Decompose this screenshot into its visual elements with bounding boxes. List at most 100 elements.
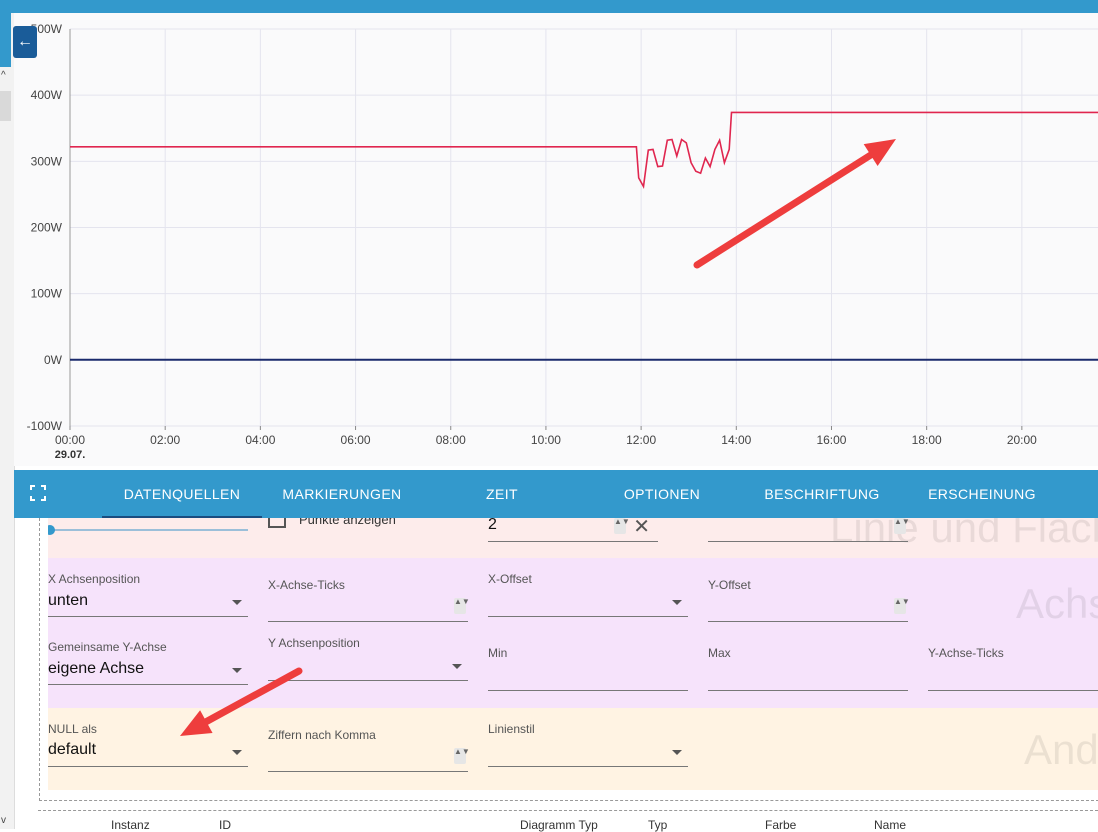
- line-style-label: Linienstil: [488, 722, 535, 736]
- scroll-down-icon[interactable]: v: [1, 815, 6, 826]
- decimal-digits-underline: [268, 771, 468, 772]
- tab-zeit[interactable]: ZEIT: [452, 470, 552, 518]
- tab-datenquellen[interactable]: DATENQUELLEN: [102, 470, 262, 518]
- number-field[interactable]: 2 ▲▼ ✕: [488, 518, 658, 542]
- number-spinner-icon[interactable]: ▲▼: [614, 518, 630, 534]
- max-underline: [708, 690, 908, 691]
- x-offset-label: X-Offset: [488, 572, 532, 586]
- section-title-other: And: [1024, 726, 1098, 773]
- x-tick-label: 12:00: [626, 433, 656, 447]
- x-tick-label: 18:00: [912, 433, 942, 447]
- chevron-down-icon: [232, 750, 242, 755]
- tab-beschriftung[interactable]: BESCHRIFTUNG: [752, 470, 892, 518]
- extra-number-field[interactable]: ▲▼: [708, 518, 910, 542]
- x-axis-position-label: X Achsenposition: [48, 572, 141, 586]
- tab-optionen[interactable]: OPTIONEN: [612, 470, 712, 518]
- y-tick-label: 200W: [31, 221, 63, 235]
- y-axis-ticks-underline: [928, 690, 1098, 691]
- x-offset-underline: [488, 616, 688, 617]
- null-as-underline: [48, 766, 248, 767]
- min-underline: [488, 690, 688, 691]
- null-as-label: NULL als: [48, 722, 97, 736]
- common-y-axis-label: Gemeinsame Y-Achse: [48, 640, 167, 654]
- chevron-down-icon: [232, 668, 242, 673]
- number-field-value: 2: [488, 518, 497, 533]
- col-diagram-type[interactable]: Diagramm Typ: [520, 818, 598, 832]
- chart-svg: 500W400W300W200W100W0W-100W00:00 02:00 04:…: [27, 22, 1098, 461]
- max-field[interactable]: Max: [708, 644, 908, 692]
- section-line-and-area: Linie und Fläche Punkte anzeigen 2 ▲▼ ✕ …: [48, 518, 1098, 558]
- x-axis-ticks-field[interactable]: X-Achse-Ticks ▲▼: [268, 570, 470, 622]
- y-axis-position-select[interactable]: Y Achsenposition: [268, 634, 468, 682]
- back-arrow-icon[interactable]: ←: [13, 26, 37, 58]
- number-field-underline: [488, 541, 658, 542]
- section-title-axis: Achse: [1016, 580, 1098, 627]
- x-offset-select[interactable]: X-Offset: [488, 570, 688, 618]
- points-checkbox-label: Punkte anzeigen: [299, 518, 396, 527]
- col-type[interactable]: Typ: [648, 818, 667, 832]
- clear-icon[interactable]: ✕: [633, 518, 650, 539]
- extra-spinner-icon[interactable]: ▲▼: [894, 518, 910, 534]
- min-field[interactable]: Min: [488, 644, 688, 692]
- col-color[interactable]: Farbe: [765, 818, 796, 832]
- x-tick-label: 16:00: [816, 433, 846, 447]
- min-label: Min: [488, 646, 508, 660]
- datasource-settings-panel: Linie und Fläche Punkte anzeigen 2 ▲▼ ✕ …: [39, 518, 1098, 801]
- left-scroll-strip[interactable]: ^ v: [0, 13, 15, 829]
- y-offset-label: Y-Offset: [708, 578, 751, 592]
- y-tick-label: 300W: [31, 154, 63, 168]
- null-as-select[interactable]: NULL als default: [48, 720, 248, 768]
- y-axis-position-underline: [268, 680, 468, 681]
- fullscreen-icon[interactable]: [30, 485, 46, 501]
- x-tick-label: 08:00: [436, 433, 466, 447]
- x-axis-position-select[interactable]: X Achsenposition unten: [48, 570, 248, 618]
- max-label: Max: [708, 646, 731, 660]
- col-id[interactable]: ID: [219, 818, 231, 832]
- line-width-slider[interactable]: [48, 524, 253, 536]
- y-offset-spinner-icon[interactable]: ▲▼: [894, 598, 910, 614]
- x-ticks-spinner-icon[interactable]: ▲▼: [454, 598, 470, 614]
- col-instanz[interactable]: Instanz: [111, 818, 150, 832]
- x-tick-label: 06:00: [341, 433, 371, 447]
- x-tick-label: 14:00: [721, 433, 751, 447]
- line-style-underline: [488, 766, 688, 767]
- tab-markierungen[interactable]: MARKIERUNGEN: [272, 470, 412, 518]
- extra-field-underline: [708, 541, 908, 542]
- tab-erscheinung[interactable]: ERSCHEINUNG: [922, 470, 1042, 518]
- x-axis-ticks-underline: [268, 621, 468, 622]
- line-chart: 500W 400W 300W 200W 100W 0W -100W 00:00 02:00 04:…: [14, 13, 1098, 466]
- power-series-line: [70, 111, 1098, 189]
- common-y-axis-select[interactable]: Gemeinsame Y-Achse eigene Achse: [48, 638, 248, 686]
- digits-spinner-icon[interactable]: ▲▼: [454, 748, 470, 764]
- y-offset-field[interactable]: Y-Offset ▲▼: [708, 570, 910, 622]
- y-tick-label: 100W: [31, 287, 63, 301]
- x-axis-ticks-label: X-Achse-Ticks: [268, 578, 345, 592]
- decimal-digits-field[interactable]: Ziffern nach Komma ▲▼: [268, 720, 470, 772]
- scroll-up-icon[interactable]: ^: [1, 70, 6, 81]
- scrollbar-thumb[interactable]: [0, 91, 11, 121]
- points-checkbox[interactable]: [268, 518, 286, 528]
- line-style-select[interactable]: Linienstil: [488, 720, 688, 768]
- chevron-down-icon: [672, 750, 682, 755]
- x-tick-label: 00:00: [55, 433, 85, 447]
- x-tick-label: 02:00: [150, 433, 180, 447]
- tab-bar: DATENQUELLEN MARKIERUNGEN ZEIT OPTIONEN …: [14, 470, 1098, 518]
- y-tick-label: -100W: [27, 419, 63, 433]
- decimal-digits-label: Ziffern nach Komma: [268, 728, 376, 742]
- common-y-axis-underline: [48, 684, 248, 685]
- x-axis-position-underline: [48, 616, 248, 617]
- null-as-value: default: [48, 741, 97, 758]
- x-date-label: 29.07.: [55, 449, 86, 461]
- x-axis-position-value: unten: [48, 592, 89, 609]
- chevron-down-icon: [672, 600, 682, 605]
- y-tick-label: 0W: [44, 353, 63, 367]
- y-offset-underline: [708, 621, 908, 622]
- y-axis-ticks-label: Y-Achse-Ticks: [928, 646, 1004, 660]
- col-name[interactable]: Name: [874, 818, 906, 832]
- section-other: And NULL als default Ziffern nach Komma …: [48, 708, 1098, 790]
- datasource-table-header: Instanz ID Diagramm Typ Typ Farbe Name: [38, 810, 1098, 832]
- y-axis-ticks-field[interactable]: Y-Achse-Ticks: [928, 644, 1098, 692]
- chevron-down-icon: [452, 664, 462, 669]
- x-tick-label: 10:00: [531, 433, 561, 447]
- left-strip-accent: [0, 13, 11, 67]
